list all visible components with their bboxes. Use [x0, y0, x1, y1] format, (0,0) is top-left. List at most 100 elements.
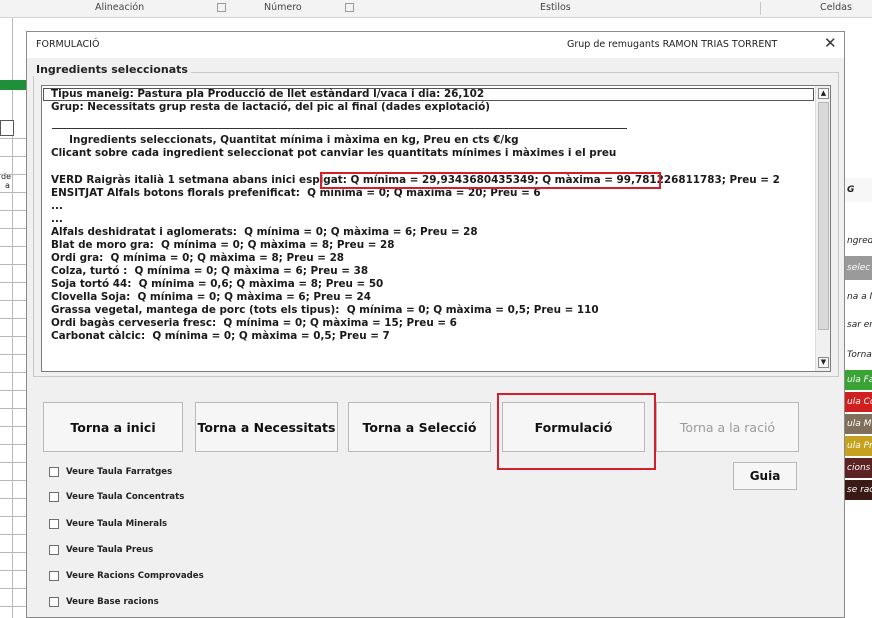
checkbox-taula-preus[interactable]: Veure Taula Preus [49, 543, 153, 557]
scroll-down-icon[interactable]: ▼ [818, 357, 829, 368]
excel-colored-cell[interactable]: ula Co [845, 392, 872, 412]
checkbox-racions-comprovades[interactable]: Veure Racions Comprovades [49, 569, 204, 583]
list-item-ingredient[interactable]: Soja tortó 44: Q mínima = 0,6; Q màxima … [51, 278, 383, 291]
checkbox-base-racions[interactable]: Veure Base racions [49, 595, 159, 609]
dialog-title: FORMULACIÓ [36, 39, 100, 50]
row-gridline [0, 408, 26, 409]
scroll-up-icon[interactable]: ▲ [818, 88, 829, 99]
dialog-subtitle: Grup de remugants RAMON TRIAS TORRENT [567, 39, 778, 50]
scroll-thumb[interactable] [818, 102, 829, 330]
formulacio-dialog: FORMULACIÓ Grup de remugants RAMON TRIAS… [26, 31, 845, 618]
row-gridline [0, 570, 26, 571]
excel-colored-cell[interactable]: se rac [845, 480, 872, 500]
checkbox-box[interactable] [49, 571, 59, 581]
list-line-instructions[interactable]: Clicant sobre cada ingredient selecciona… [51, 147, 616, 160]
excel-right-columns: G ngred selec na a N sar en Torna ula Fa… [845, 18, 872, 618]
list-item-ingredient[interactable]: Ordi gra: Q mínima = 0; Q màxima = 8; Pr… [51, 252, 344, 265]
row-gridline [0, 264, 26, 265]
checkbox-box[interactable] [49, 519, 59, 529]
row-gridline [0, 426, 26, 427]
list-item-ingredient[interactable]: Clovella Soja: Q mínima = 0; Q màxima = … [51, 291, 371, 304]
excel-colored-cell[interactable]: ula M [845, 414, 872, 434]
row-gridline [0, 282, 26, 283]
excel-colored-cell[interactable]: ula Fa [845, 370, 872, 390]
row-gridline [0, 372, 26, 373]
checkbox-taula-farratges[interactable]: Veure Taula Farratges [49, 465, 172, 479]
row-gridline [0, 336, 26, 337]
list-item-ingredient[interactable]: Ordi bagàs cerveseria fresc: Q mínima = … [51, 317, 457, 330]
list-item-ingredient[interactable]: Grassa vegetal, mantega de porc (tots el… [51, 304, 599, 317]
excel-button-fragment[interactable]: sar en [845, 314, 872, 336]
row-gridline [0, 498, 26, 499]
checkbox-label: Veure Taula Concentrats [66, 492, 185, 502]
excel-green-cell [0, 80, 26, 90]
excel-button-fragment[interactable]: na a N [845, 286, 872, 308]
excel-button-fragment[interactable]: selec [845, 256, 872, 280]
row-gridline [0, 192, 26, 193]
checkbox-taula-concentrats[interactable]: Veure Taula Concentrats [49, 490, 184, 504]
excel-active-cell[interactable] [0, 120, 14, 136]
alineacion-launcher-icon[interactable] [217, 3, 226, 12]
checkbox-label: Veure Taula Farratges [66, 467, 173, 477]
excel-cell-fragment: a [5, 181, 10, 190]
highlight-box-formulacio [497, 393, 656, 470]
checkbox-taula-minerals[interactable]: Veure Taula Minerals [49, 517, 167, 531]
listbox-scrollbar[interactable]: ▲ ▼ [815, 86, 830, 371]
torna-necessitats-button[interactable]: Torna a Necessitats [195, 402, 338, 452]
row-gridline [0, 480, 26, 481]
row-gridline [0, 390, 26, 391]
excel-button-fragment[interactable]: Torna [845, 344, 872, 366]
ribbon-group-numero: Número [264, 2, 302, 13]
row-gridline [0, 246, 26, 247]
group-label: Ingredients seleccionats [33, 63, 191, 76]
list-line-grup[interactable]: Grup: Necessitats grup resta de lactació… [51, 101, 490, 114]
row-gridline [0, 462, 26, 463]
guia-button[interactable]: Guia [733, 462, 797, 490]
list-item-ingredient[interactable]: Blat de moro gra: Q mínima = 0; Q màxima… [51, 239, 395, 252]
checkbox-label: Veure Base racions [66, 597, 159, 607]
checkbox-box[interactable] [49, 597, 59, 607]
checkbox-label: Veure Taula Minerals [66, 519, 168, 529]
row-gridline [0, 354, 26, 355]
list-item-ingredient[interactable]: Carbonat càlcic: Q mínima = 0; Q màxima … [51, 330, 390, 343]
close-icon[interactable]: ✕ [824, 34, 837, 52]
list-line-ellipsis[interactable]: ... [51, 213, 63, 226]
checkbox-label: Veure Racions Comprovades [66, 571, 204, 581]
list-item-ingredient[interactable]: Alfals deshidratat i aglomerats: Q mínim… [51, 226, 478, 239]
ribbon-group-estilos: Estilos [540, 2, 571, 13]
excel-colored-cell[interactable]: cions [845, 458, 872, 478]
highlight-box-quantities [320, 172, 661, 189]
row-gridline [0, 444, 26, 445]
list-line-maneig[interactable]: Tipus maneig: Pastura pla Producció de l… [51, 88, 484, 101]
dialog-titlebar: FORMULACIÓ Grup de remugants RAMON TRIAS… [27, 32, 844, 58]
list-item-ingredient[interactable]: Colza, turtó : Q mínima = 0; Q màxima = … [51, 265, 368, 278]
list-line-ellipsis[interactable]: ... [51, 200, 63, 213]
listbox-content: Tipus maneig: Pastura pla Producció de l… [42, 86, 815, 371]
excel-button-fragment[interactable]: G [845, 178, 872, 202]
row-gridline [0, 534, 26, 535]
excel-colored-cell[interactable]: ula Pr [845, 436, 872, 456]
list-line-header[interactable]: Ingredients seleccionats, Quantitat míni… [51, 134, 519, 147]
ribbon-group-alineacion: Alineación [95, 2, 145, 13]
ribbon-separator [760, 2, 761, 15]
row-gridline [0, 318, 26, 319]
checkbox-box[interactable] [49, 467, 59, 477]
checkbox-box[interactable] [49, 492, 59, 502]
row-gridline [0, 156, 26, 157]
torna-inici-button[interactable]: Torna a inici [43, 402, 183, 452]
checkbox-label: Veure Taula Preus [66, 545, 154, 555]
row-gridline [0, 228, 26, 229]
list-separator [52, 128, 627, 129]
excel-button-fragment[interactable]: ngred [845, 230, 872, 252]
excel-row-headers: de a [0, 18, 26, 618]
excel-ribbon: Alineación Número Estilos Celdas [0, 0, 872, 18]
torna-seleccio-button[interactable]: Torna a Selecció [348, 402, 491, 452]
row-gridline [0, 138, 26, 139]
numero-launcher-icon[interactable] [345, 3, 354, 12]
row-gridline [0, 516, 26, 517]
torna-racio-button: Torna a la ració [656, 402, 799, 452]
ingredients-listbox[interactable]: Tipus maneig: Pastura pla Producció de l… [41, 85, 831, 372]
row-gridline [0, 300, 26, 301]
row-gridline [0, 552, 26, 553]
checkbox-box[interactable] [49, 545, 59, 555]
